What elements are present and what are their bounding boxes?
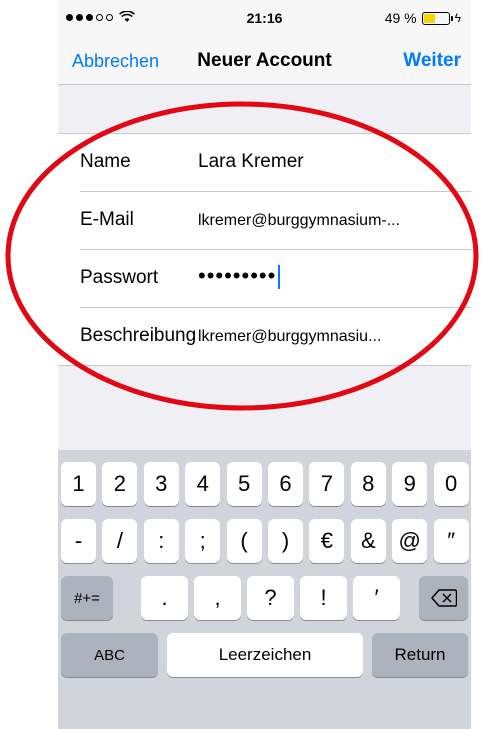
number-key-4[interactable]: 5 <box>226 462 262 506</box>
email-row[interactable]: E-Mail lkremer@burggymnasium-... <box>80 191 471 249</box>
battery-status: 49 % ϟ <box>385 10 461 26</box>
keyboard-row-symbols: - /:;() € & @ ″ <box>61 519 469 563</box>
symbol-key-1[interactable]: / <box>102 519 138 563</box>
symbol-key-9[interactable]: ″ <box>433 519 469 563</box>
description-label: Beschreibung <box>80 325 197 346</box>
next-button[interactable]: Weiter <box>403 50 461 72</box>
symbol-key-6[interactable]: € <box>309 519 345 563</box>
question-key[interactable]: ? <box>247 576 294 620</box>
text-cursor <box>278 265 281 290</box>
keyboard-row-punctuation: #+= . , ? ! ′ <box>61 576 468 620</box>
name-field[interactable]: Lara Kremer <box>198 151 304 173</box>
description-field[interactable]: lkremer@burggymnasiu... <box>198 328 381 346</box>
number-key-0[interactable]: 1 <box>61 462 96 506</box>
number-key-1[interactable]: 2 <box>102 462 138 506</box>
backspace-key[interactable] <box>419 576 468 620</box>
exclamation-key[interactable]: ! <box>300 576 347 620</box>
apostrophe-key[interactable]: ′ <box>353 576 400 620</box>
more-symbols-key[interactable]: #+= <box>61 576 113 620</box>
password-label: Passwort <box>80 267 159 288</box>
charging-icon: ϟ <box>454 11 461 25</box>
keyboard: 1234567890 - /:;() € & @ ″ #+= . , ? ! ′ ABC … <box>58 450 471 729</box>
symbol-key-3[interactable]: ; <box>185 519 221 563</box>
comma-key[interactable]: , <box>194 576 241 620</box>
symbol-key-7[interactable]: & <box>350 519 386 563</box>
number-key-5[interactable]: 6 <box>268 462 303 506</box>
abc-key[interactable]: ABC <box>61 633 158 677</box>
number-key-9[interactable]: 0 <box>433 462 469 506</box>
backspace-icon <box>430 589 457 607</box>
symbol-key-2[interactable]: : <box>143 519 179 563</box>
password-row[interactable]: Passwort ••••••••• <box>80 249 471 307</box>
symbol-key-0[interactable]: - <box>61 519 96 563</box>
name-label: Name <box>80 151 131 172</box>
navigation-bar: Abbrechen Neuer Account Weiter <box>58 40 471 85</box>
status-bar: 21:16 49 % ϟ <box>58 0 471 40</box>
password-field[interactable]: ••••••••• <box>198 263 281 290</box>
space-key[interactable]: Leerzeichen <box>167 633 363 677</box>
email-label: E-Mail <box>80 209 134 230</box>
password-dots: ••••••••• <box>198 263 277 288</box>
symbol-key-4[interactable]: ( <box>226 519 262 563</box>
description-row[interactable]: Beschreibung lkremer@burggymnasiu... <box>80 307 471 365</box>
number-key-3[interactable]: 4 <box>185 462 221 506</box>
battery-percent: 49 % <box>384 10 417 26</box>
screen: 21:16 49 % ϟ Abbrechen Neuer Account Wei… <box>58 0 471 729</box>
number-key-6[interactable]: 7 <box>309 462 345 506</box>
number-key-7[interactable]: 8 <box>350 462 386 506</box>
symbol-key-8[interactable]: @ <box>392 519 428 563</box>
symbol-key-5[interactable]: ) <box>268 519 303 563</box>
name-row[interactable]: Name Lara Kremer <box>58 134 471 191</box>
number-key-2[interactable]: 3 <box>143 462 179 506</box>
keyboard-row-bottom: ABC Leerzeichen Return <box>61 633 468 677</box>
keyboard-row-numbers: 1234567890 <box>61 462 469 506</box>
email-field[interactable]: lkremer@burggymnasium-... <box>198 212 400 230</box>
battery-icon <box>421 11 453 25</box>
period-key[interactable]: . <box>141 576 188 620</box>
return-key[interactable]: Return <box>372 633 468 677</box>
account-form: Name Lara Kremer E-Mail lkremer@burggymn… <box>58 133 471 366</box>
number-key-8[interactable]: 9 <box>392 462 428 506</box>
